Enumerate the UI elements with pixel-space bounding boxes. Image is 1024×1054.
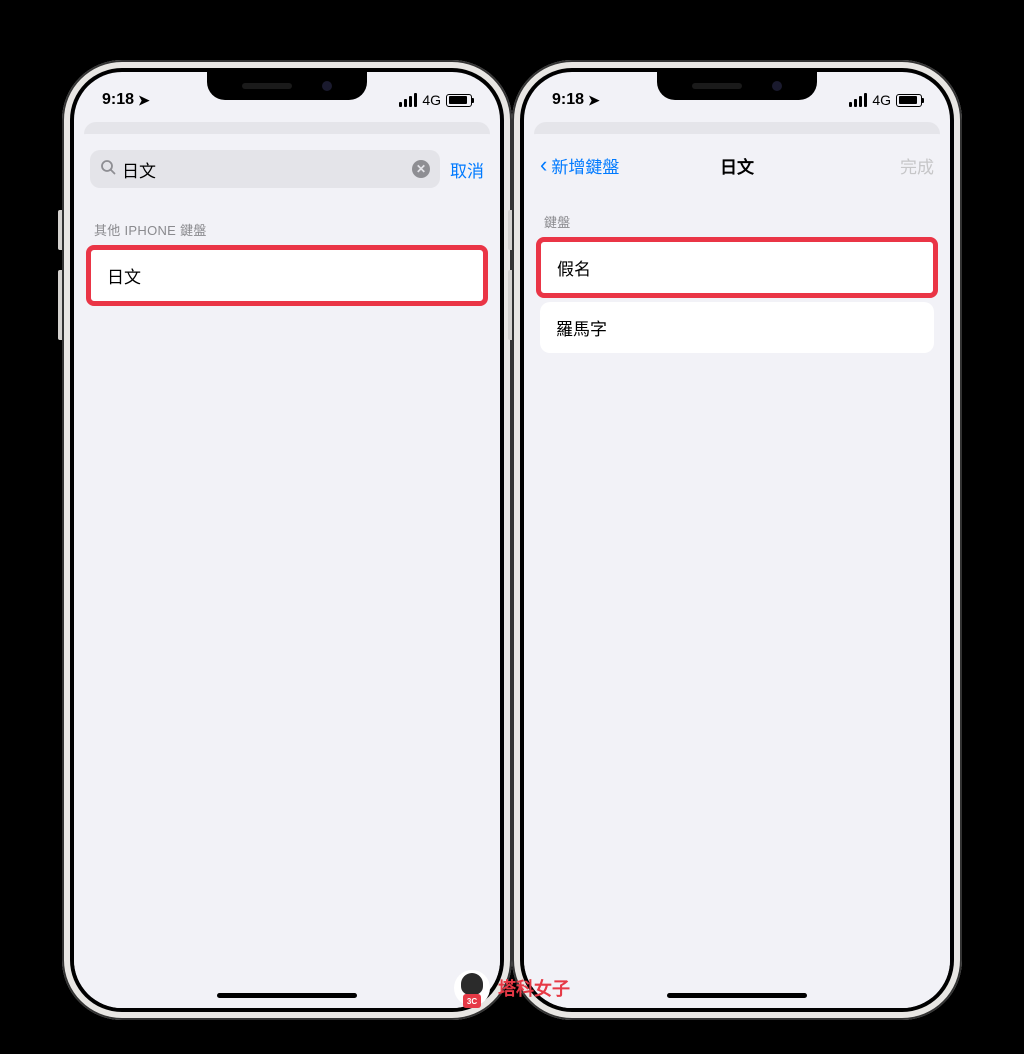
keyboard-type-sheet: ‹ 新增鍵盤 日文 完成 鍵盤 假名 羅馬字 [524, 134, 950, 1008]
list-item-kana[interactable]: 假名 [541, 242, 933, 293]
section-header-keyboard: 鍵盤 [524, 188, 950, 239]
clear-search-button[interactable]: ✕ [412, 160, 430, 178]
location-icon: ➤ [588, 92, 600, 109]
network-label: 4G [422, 92, 441, 108]
status-time: 9:18 [552, 91, 584, 109]
watermark-avatar: 3C [454, 970, 490, 1006]
highlight-box: 日文 [86, 245, 488, 306]
phones-container: 9:18 ➤ 4G [0, 0, 1024, 1020]
status-time: 9:18 [102, 91, 134, 109]
signal-icon [849, 93, 867, 107]
screen-right: 9:18 ➤ 4G ‹ 新增鍵盤 [524, 72, 950, 1008]
notch [657, 72, 817, 100]
cancel-button[interactable]: 取消 [450, 157, 484, 182]
keyboard-type-list: 羅馬字 [540, 302, 934, 353]
home-indicator[interactable] [217, 993, 357, 998]
back-label: 新增鍵盤 [551, 153, 619, 178]
highlight-box: 假名 [536, 237, 938, 298]
page-title: 日文 [720, 153, 754, 178]
search-input[interactable]: 日文 ✕ [90, 150, 440, 188]
nav-bar: ‹ 新增鍵盤 日文 完成 [524, 142, 950, 188]
home-indicator[interactable] [667, 993, 807, 998]
list-item-romaji[interactable]: 羅馬字 [540, 302, 934, 353]
section-header-other-keyboards: 其他 IPHONE 鍵盤 [74, 196, 500, 247]
battery-icon [446, 94, 472, 107]
location-icon: ➤ [138, 92, 150, 109]
signal-icon [399, 93, 417, 107]
search-sheet: 日文 ✕ 取消 其他 IPHONE 鍵盤 日文 [74, 134, 500, 1008]
back-button[interactable]: ‹ 新增鍵盤 [540, 152, 619, 178]
chevron-left-icon: ‹ [540, 152, 547, 178]
search-value: 日文 [122, 157, 406, 182]
search-icon [100, 159, 116, 180]
watermark-badge: 3C [463, 994, 481, 1008]
phone-right: 9:18 ➤ 4G ‹ 新增鍵盤 [512, 60, 962, 1020]
list-item-japanese[interactable]: 日文 [91, 250, 483, 301]
done-button[interactable]: 完成 [900, 153, 934, 178]
battery-icon [896, 94, 922, 107]
watermark-text: 塔科女子 [498, 975, 570, 1001]
notch [207, 72, 367, 100]
watermark: 3C 塔科女子 [454, 970, 570, 1006]
network-label: 4G [872, 92, 891, 108]
screen-left: 9:18 ➤ 4G [74, 72, 500, 1008]
phone-left: 9:18 ➤ 4G [62, 60, 512, 1020]
